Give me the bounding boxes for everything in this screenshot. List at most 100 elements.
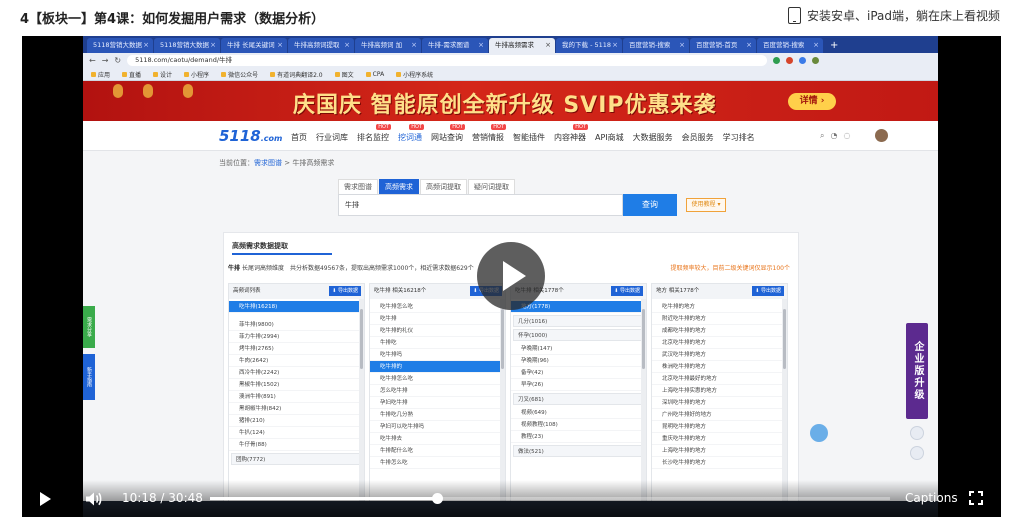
time-total: 30:48 — [168, 491, 203, 505]
nav-item: 营销情报 HOT — [472, 124, 506, 143]
big-play-button[interactable] — [477, 242, 545, 310]
diamond-icon — [910, 426, 924, 440]
browser-address-bar: ← → ↻ 5118.com/caotu/demand/牛排 — [83, 53, 938, 68]
lantern-icon — [183, 84, 193, 98]
list-item: 视频(649) — [511, 407, 646, 419]
bookmark: 微信公众号 — [221, 70, 258, 79]
search-icon: ⌕ — [820, 131, 825, 140]
page-header: 4【板块一】第4课：如何发掘用户需求（数据分析） 安装安卓、iPad端，躺在床上… — [0, 0, 1016, 36]
bookmark-label: 小程序系统 — [403, 71, 434, 79]
bookmark-icon — [221, 71, 227, 77]
bookmark-icon — [396, 71, 402, 77]
column-header: 地方 相关1778个 ⬇ 导出数据 — [652, 284, 787, 299]
bookmark-label: 微信公众号 — [228, 71, 259, 79]
list-item: 长沙吃牛排的地方 — [652, 457, 787, 469]
fullscreen-corner — [969, 500, 974, 505]
side-widget-share: 需求分享 — [83, 306, 95, 348]
bookmark-label: 图文 — [341, 71, 354, 79]
banner-headline: 庆国庆 智能原创全新升级 SVIP优惠来袭 — [293, 93, 717, 118]
list-item: 吃牛排的礼仪 — [370, 325, 505, 337]
bookmark-label: 小程序 — [191, 71, 210, 79]
search-tab: 高频词提取 — [420, 179, 467, 195]
list-item: 株洲吃牛排的地方 — [652, 361, 787, 373]
logo-suffix: .com — [260, 134, 283, 143]
play-button[interactable] — [40, 492, 51, 506]
install-app-link[interactable]: 安装安卓、iPad端，躺在床上看视频 — [787, 7, 1000, 24]
nav-item: 内容神器 HOT — [554, 124, 588, 143]
search-input: 牛排 — [338, 194, 623, 216]
list-item: 牛扒(124) — [229, 427, 364, 439]
bookmark: 直播 — [122, 70, 141, 79]
install-app-label: 安装安卓、iPad端，躺在床上看视频 — [806, 9, 1000, 23]
browser-tab: 百度营销-搜索 — [623, 38, 689, 53]
progress-handle[interactable] — [432, 493, 444, 504]
bookmark-icon — [334, 71, 340, 77]
list-item: 成都吃牛排的地方 — [652, 325, 787, 337]
panel-keyword: 牛排 — [228, 265, 241, 272]
list-item: 黑胡椒牛排(842) — [229, 403, 364, 415]
bookmark-icon — [270, 71, 276, 77]
list-section: 团购(7772) — [231, 453, 362, 465]
list-item: 昆明吃牛排的地方 — [652, 421, 787, 433]
search-tab: 需求图谱 — [338, 179, 378, 195]
list-item: 备孕(42) — [511, 367, 646, 379]
bookmark: 有道词典翻译2.0 — [270, 70, 323, 79]
nav-item-label: 排名监控 — [357, 133, 389, 142]
progress-bar[interactable] — [210, 493, 890, 504]
breadcrumb: 当前位置：需求图谱 > 牛排高频需求 — [219, 158, 334, 168]
extension-icon — [773, 57, 781, 64]
bookmark-label: CPA — [372, 70, 385, 78]
list-item: 上海吃牛排的地方 — [652, 445, 787, 457]
avatar — [875, 129, 888, 142]
list-item: 武汉吃牛排的地方 — [652, 349, 787, 361]
browser-tab: 牛排高频词 加 — [355, 38, 421, 53]
nav-item-label: 网站查询 — [431, 133, 463, 142]
captions-button[interactable]: Captions — [905, 491, 958, 505]
list-item: 牛仔骨(88) — [229, 439, 364, 451]
lantern-icon — [113, 84, 123, 98]
time-separator: / — [160, 491, 165, 505]
search-button: 查询 — [623, 194, 677, 216]
list-item: 广州吃牛排好的地方 — [652, 409, 787, 421]
list-section: 刀叉(681) — [513, 393, 644, 405]
nav-item-current: 挖词通 HOT — [398, 124, 424, 143]
column-list: 吃牛排的地方 附近吃牛排的地方 成都吃牛排的地方 北京吃牛排的地方 武汉吃牛排的… — [652, 299, 787, 469]
bookmark: 小程序 — [184, 70, 209, 79]
search-tabs: 需求图谱 高频需求 高频词提取 疑问词提取 — [338, 179, 515, 195]
list-item: 孕妇可以吃牛排吗 — [370, 421, 505, 433]
browser-tab-strip: 5118营销大数据 5118营销大数据 牛排 长尾关键词 牛排高频词提取 牛排高… — [83, 36, 938, 53]
nav-item: 学习排名 — [722, 133, 755, 142]
fullscreen-icon[interactable] — [969, 491, 983, 505]
lantern-icon — [143, 84, 153, 98]
panel-info-text: 长尾词高频维度 共分析数据49567条，提取出高频需求1000个，相近需求数据6… — [241, 265, 474, 272]
nav-item: 智能插件 — [513, 133, 545, 142]
browser-tab-active: 牛排高频需求 — [489, 38, 555, 53]
nav-item: API商城 — [595, 133, 624, 142]
bookmark-icon — [153, 71, 159, 77]
list-item: 视频教程(108) — [511, 419, 646, 431]
browser-tab: 5118营销大数据 — [87, 38, 153, 53]
list-item: 北京吃牛排的地方 — [652, 337, 787, 349]
profile-icon — [812, 57, 820, 64]
list-item: 菲牛排(9800) — [229, 319, 364, 331]
list-section: 怀孕(1000) — [513, 329, 644, 341]
site-logo: 5118.com — [219, 127, 282, 145]
bookmark: 应用 — [91, 70, 110, 79]
list-item: 澳洲牛排(891) — [229, 391, 364, 403]
browser-tab: 百度营销-搜索 — [757, 38, 823, 53]
nav-item: 首页 — [291, 133, 307, 142]
export-button: ⬇ 导出数据 — [329, 286, 361, 296]
bookmark-label: 有道词典翻译2.0 — [277, 71, 323, 79]
course-title: 4【板块一】第4课：如何发掘用户需求（数据分析） — [20, 12, 325, 27]
browser-tab: 百度营销-首页 — [690, 38, 756, 53]
new-tab-icon: + — [830, 40, 839, 51]
list-item: 深圳吃牛排的地方 — [652, 397, 787, 409]
video-player[interactable]: 5118营销大数据 5118营销大数据 牛排 长尾关键词 牛排高频词提取 牛排高… — [22, 36, 1001, 517]
list-item: 吃牛排怎么吃 — [370, 373, 505, 385]
bookmark-label: 设计 — [160, 71, 173, 79]
volume-icon[interactable] — [84, 490, 102, 508]
nav-item-label: 营销情报 — [472, 133, 504, 142]
panel-note: 提取频率较大，目前二级关键词仅显示100个 — [670, 265, 790, 272]
side-widget-guide: 新手指南 — [83, 354, 95, 400]
list-item: 教程(23) — [511, 431, 646, 443]
